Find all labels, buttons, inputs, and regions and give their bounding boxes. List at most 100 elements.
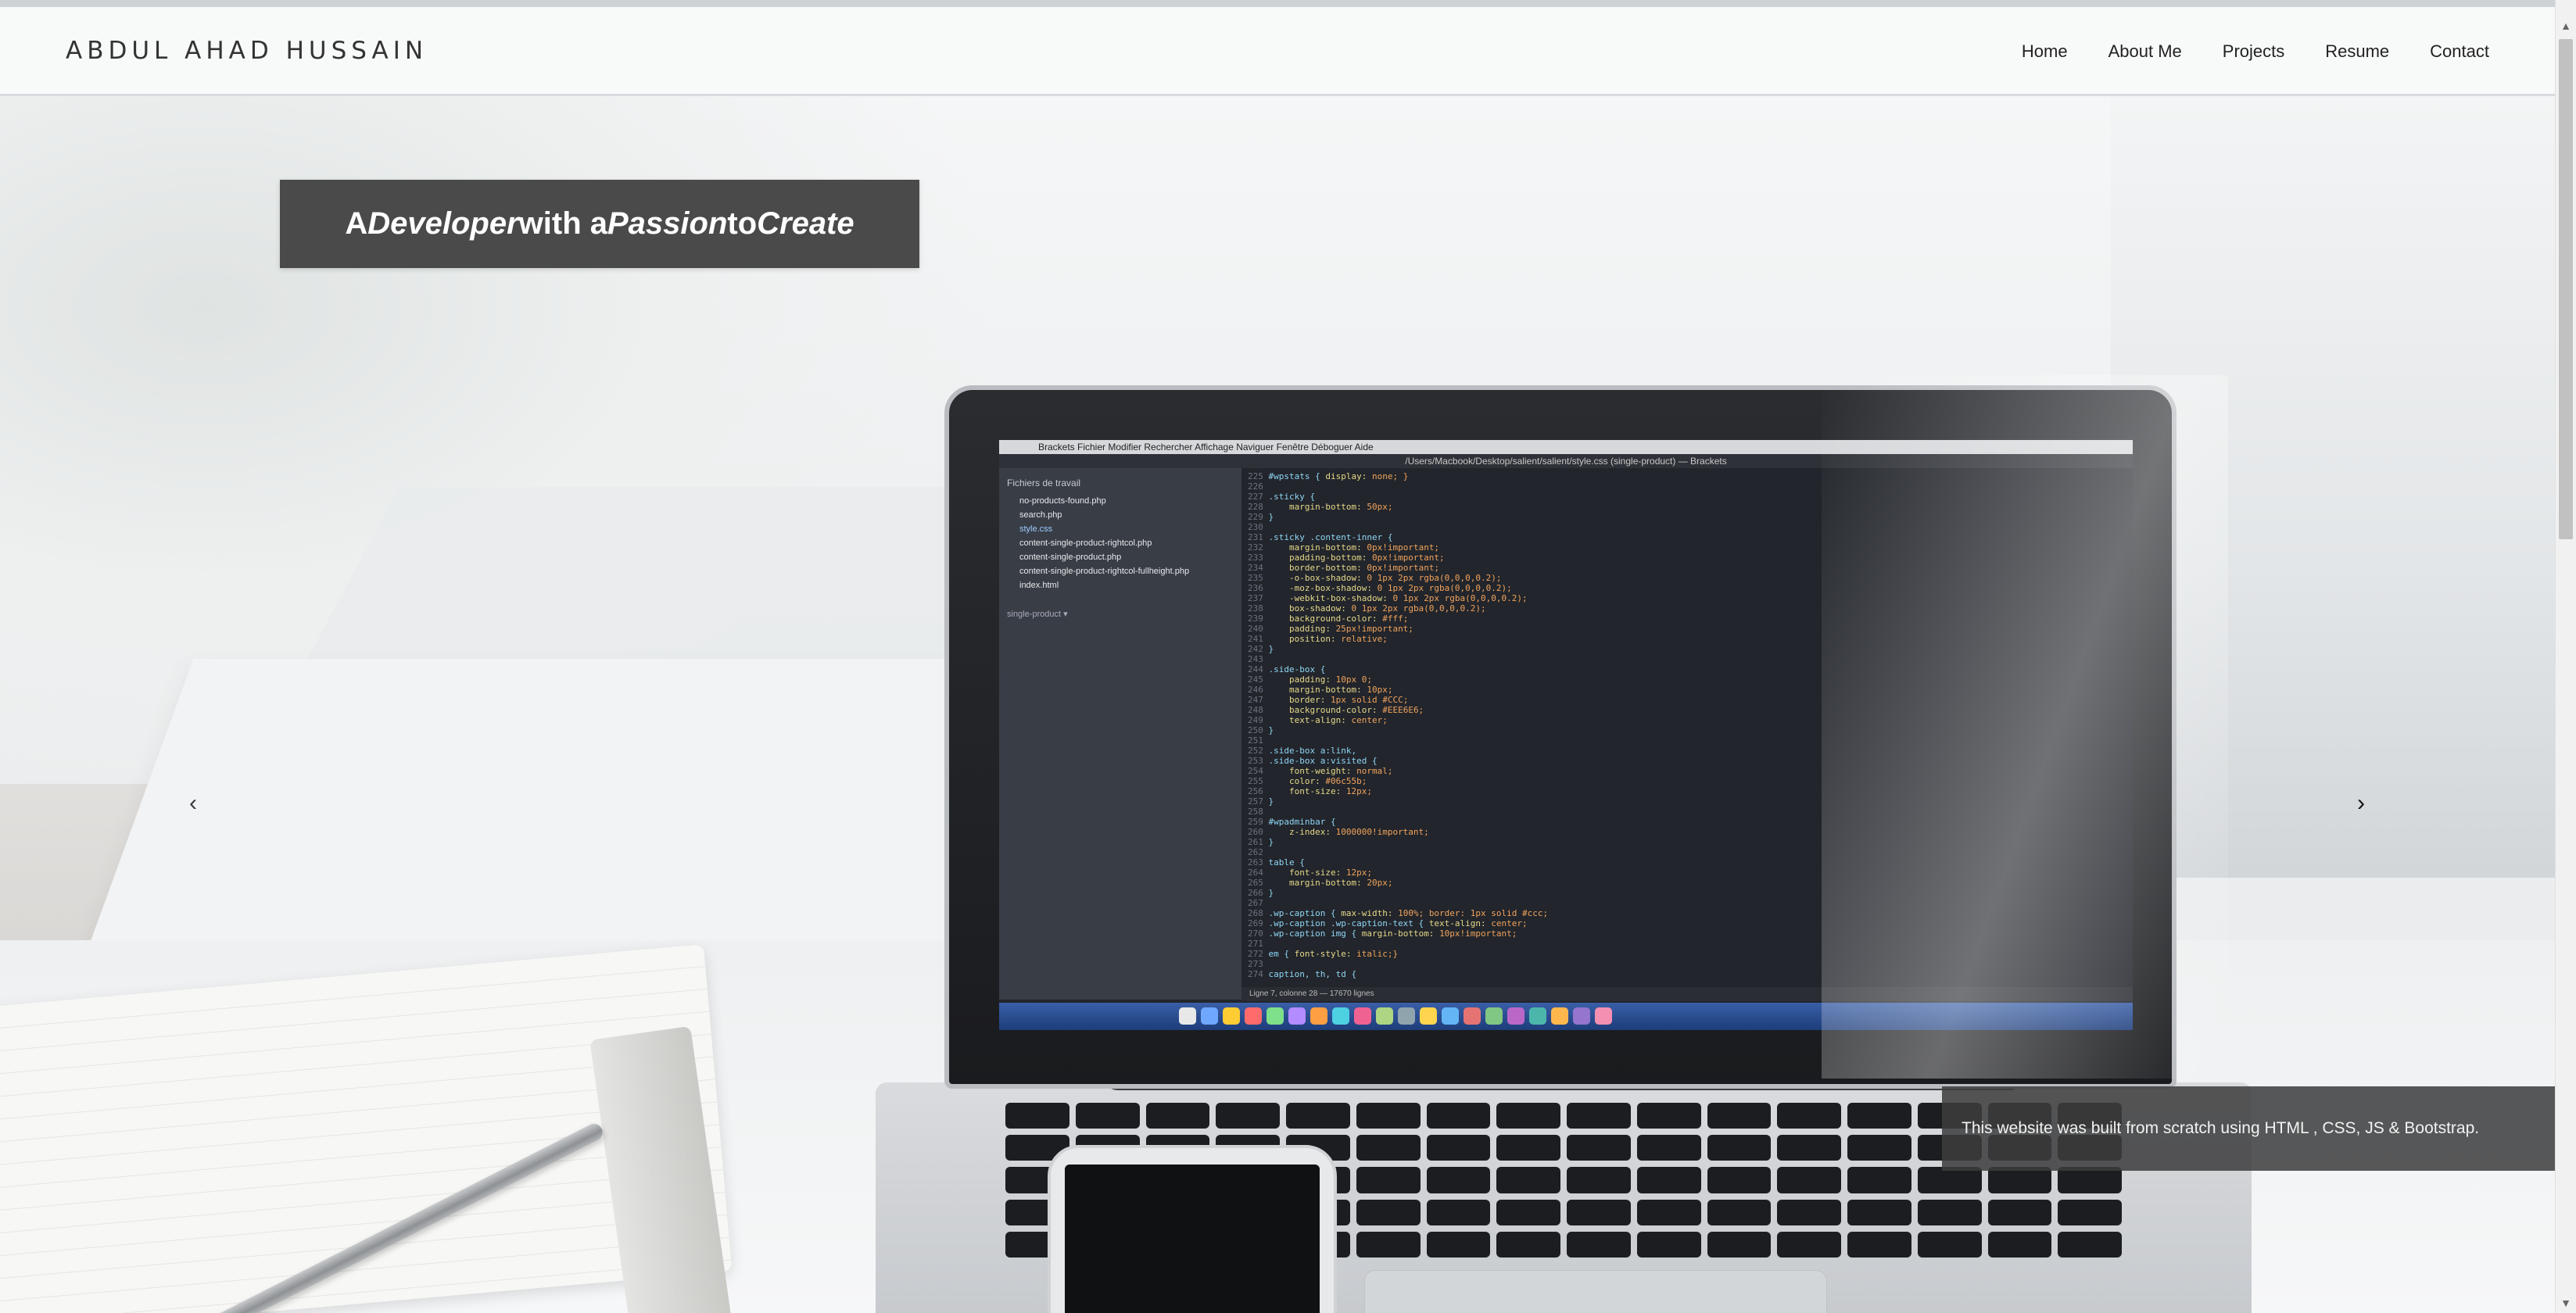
dock-app-icon [1551,1007,1568,1025]
dock-app-icon [1442,1007,1459,1025]
keyboard-key [1426,1135,1491,1161]
dock-app-icon [1376,1007,1393,1025]
dock-app-icon [1398,1007,1415,1025]
keyboard-key [1777,1167,1841,1193]
brand-logo[interactable]: ABDUL AHAD HUSSAIN [66,37,428,65]
keyboard-key [1567,1135,1631,1161]
dock-app-icon [1420,1007,1437,1025]
keyboard-key [1426,1103,1491,1129]
dock-app-icon [1179,1007,1196,1025]
keyboard-key [1987,1167,2052,1193]
workspace-label: single-product ▾ [1007,610,1068,619]
keyboard-key [1496,1231,1560,1258]
keyboard-key [1636,1103,1701,1129]
dock-app-icon [1573,1007,1590,1025]
file-item: style.css [1019,524,1053,534]
keyboard-key [1777,1135,1841,1161]
scroll-down-icon[interactable]: ▼ [2556,1293,2576,1313]
keyboard-key [1005,1103,1069,1129]
keyboard-key [1496,1103,1560,1129]
nav-about-me[interactable]: About Me [2108,41,2182,62]
keyboard-key [2058,1167,2122,1193]
keyboard-key [1496,1135,1560,1161]
tagline-create: Create [757,206,854,241]
screen-glare [1822,375,2228,1079]
keyboard-key [1636,1135,1701,1161]
keyboard-key [1496,1199,1560,1225]
keyboard-key [1286,1103,1350,1129]
keyboard-key [1567,1167,1631,1193]
top-border [0,0,2555,7]
keyboard-key [1707,1231,1772,1258]
keyboard-key [1917,1167,1982,1193]
carousel-prev-icon[interactable]: ‹ [177,788,209,819]
caption-text: This website was built from scratch usin… [1962,1119,2480,1137]
dock-app-icon [1529,1007,1546,1025]
nav-links: Home About Me Projects Resume Contact [2022,41,2489,62]
file-item: content-single-product-rightcol-fullheig… [1019,567,1190,576]
keyboard-key [1847,1167,1911,1193]
tagline-to: to [727,206,758,241]
keyboard-key [1356,1103,1421,1129]
keyboard-key [1636,1199,1701,1225]
laptop-trackpad [1364,1270,1827,1313]
tagline-a: A [345,206,368,241]
page: ABDUL AHAD HUSSAIN Home About Me Project… [0,0,2576,1313]
keyboard-key [1987,1231,2052,1258]
keyboard-key [1356,1167,1421,1193]
file-item: index.html [1019,581,1059,590]
keyboard-key [1777,1231,1841,1258]
file-item: no-products-found.php [1019,496,1106,506]
carousel-next-icon[interactable]: › [2345,788,2377,819]
keyboard-key [1707,1167,1772,1193]
keyboard-key [1075,1103,1140,1129]
keyboard-key [1847,1199,1911,1225]
keyboard-key [1567,1199,1631,1225]
dock-app-icon [1201,1007,1218,1025]
dock-icons [1179,1007,1612,1025]
dock-app-icon [1354,1007,1371,1025]
keyboard-key [1426,1231,1491,1258]
keyboard-key [1426,1167,1491,1193]
keyboard-key [1567,1231,1631,1258]
tagline-with-a: with a [518,206,607,241]
dock-app-icon [1507,1007,1524,1025]
nav-resume[interactable]: Resume [2325,41,2389,62]
keyboard-key [1707,1135,1772,1161]
file-item: content-single-product-rightcol.php [1019,538,1152,548]
keyboard-key [1847,1231,1911,1258]
dock-app-icon [1223,1007,1240,1025]
keyboard-key [1707,1199,1772,1225]
keyboard-key [1777,1199,1841,1225]
nav-home[interactable]: Home [2022,41,2068,62]
keyboard-key [1636,1231,1701,1258]
hero-tagline: A Developer with a Passion to Create [280,180,919,268]
keyboard-key [1636,1167,1701,1193]
dock-app-icon [1267,1007,1284,1025]
keyboard-key [1145,1103,1210,1129]
carousel-caption: This website was built from scratch usin… [1942,1086,2555,1171]
dock-app-icon [1464,1007,1481,1025]
scroll-up-icon[interactable]: ▲ [2556,16,2576,36]
keyboard-key [1426,1199,1491,1225]
keyboard-key [1216,1103,1280,1129]
keyboard-key [1356,1199,1421,1225]
keyboard-key [1356,1231,1421,1258]
keyboard-key [1987,1199,2052,1225]
phone-screen [1065,1165,1320,1313]
scroll-thumb[interactable] [2559,39,2573,539]
page-scrollbar[interactable]: ▲ ▼ [2555,0,2576,1313]
tagline-passion: Passion [607,206,728,241]
keyboard-key [1777,1103,1841,1129]
keyboard-key [2058,1231,2122,1258]
file-item: content-single-product.php [1019,553,1122,562]
file-item: search.php [1019,510,1062,520]
keyboard-key [1356,1135,1421,1161]
keyboard-key [1707,1103,1772,1129]
keyboard-key [1496,1167,1560,1193]
dock-app-icon [1288,1007,1306,1025]
nav-projects[interactable]: Projects [2223,41,2284,62]
keyboard-key [1567,1103,1631,1129]
nav-contact[interactable]: Contact [2430,41,2489,62]
dock-app-icon [1485,1007,1503,1025]
